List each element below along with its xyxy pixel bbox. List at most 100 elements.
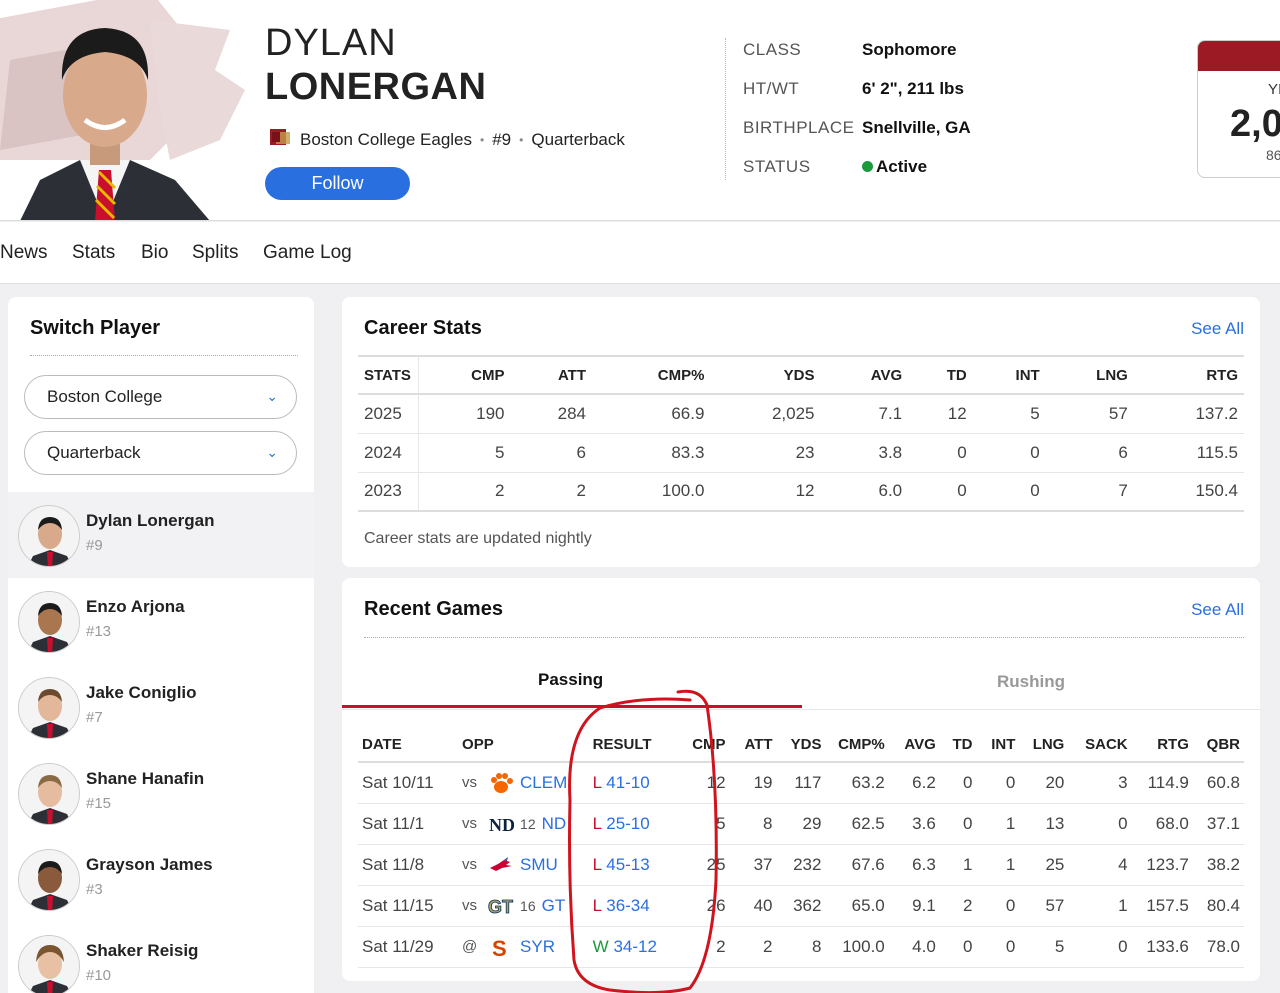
game-opponent[interactable]: vs CLEM [458, 762, 589, 804]
table-cell: 60.8 [1192, 762, 1244, 804]
player-list-item[interactable]: Grayson James #3 [8, 836, 314, 922]
recent-games-table: DATE OPP RESULT CMP ATT YDS CMP% AVG TD … [358, 728, 1244, 968]
table-cell: 0 [908, 472, 973, 512]
player-name: Jake Coniglio [86, 683, 197, 702]
table-cell: 1 [976, 803, 1020, 845]
career-stats-panel: Career Stats See All STATS CMP ATT CMP% … [342, 297, 1260, 567]
player-list-item[interactable]: Shane Hanafin #15 [8, 750, 314, 836]
table-cell: 4 [1068, 844, 1132, 886]
nav-bio[interactable]: Bio [141, 242, 168, 264]
career-see-all-link[interactable]: See All [1191, 319, 1244, 339]
tab-passing[interactable]: Passing [538, 670, 603, 690]
table-cell: 0 [972, 433, 1046, 473]
table-cell: 0 [976, 762, 1020, 804]
table-cell: 232 [776, 844, 826, 886]
table-row[interactable]: Sat 11/29 @ S SYR W 34-12 2 2 8 100.0 4.0 0 0 5 0 1… [358, 926, 1244, 968]
table-cell: 63.2 [825, 762, 889, 804]
game-opponent[interactable]: vs SMU [458, 844, 589, 886]
table-cell: 0 [939, 803, 977, 845]
column-header: CMP% [825, 728, 889, 763]
table-row[interactable]: Sat 10/11 vs CLEM L 41-10 12 19 117 63.2 6.2 0… [358, 762, 1244, 804]
table-cell: 4.0 [888, 926, 940, 968]
table-row[interactable]: Sat 11/15 vs GT 16 GT L 36-34 26 40 362 65.0 9.… [358, 885, 1244, 927]
column-header: INT [972, 355, 1046, 395]
player-header: DYLAN LONERGAN Boston College Eagles • #… [0, 0, 1280, 221]
game-opponent[interactable]: vs ND 12 ND [458, 803, 589, 845]
position-select[interactable]: Quarterback ⌄ [24, 431, 297, 475]
table-cell: 67.6 [825, 844, 889, 886]
player-number: #13 [86, 623, 112, 640]
nav-splits[interactable]: Splits [192, 242, 238, 264]
home-away: vs [462, 774, 478, 792]
column-header: DATE [358, 728, 459, 763]
stat-card-label: YI [1268, 81, 1280, 98]
player-list-item[interactable]: Dylan Lonergan #9 [8, 492, 314, 578]
table-cell: 83.3 [592, 433, 711, 473]
home-away: vs [462, 897, 478, 914]
table-cell: 5 [1019, 926, 1069, 968]
column-header: CMP [676, 728, 730, 763]
game-result[interactable]: L 36-34 [588, 885, 677, 927]
game-result[interactable]: L 41-10 [588, 762, 677, 804]
table-cell: 78.0 [1192, 926, 1244, 968]
follow-button[interactable]: Follow [265, 167, 410, 200]
table-cell: 1 [939, 844, 977, 886]
table-cell: 66.9 [592, 394, 711, 434]
table-row[interactable]: Sat 11/8 vs SMU L 45-13 25 37 232 67.6 6.3 1 1 2… [358, 844, 1244, 886]
table-cell: 57 [1045, 394, 1134, 434]
table-cell: 117 [776, 762, 826, 804]
game-opponent[interactable]: vs GT 16 GT [458, 885, 589, 927]
tab-rushing[interactable]: Rushing [997, 672, 1065, 692]
table-cell: 6.0 [820, 472, 909, 512]
player-number: #9 [86, 537, 103, 554]
nav-game-log[interactable]: Game Log [263, 242, 352, 264]
game-result[interactable]: L 45-13 [588, 844, 677, 886]
column-header: SACK [1068, 728, 1132, 763]
svg-text:S: S [492, 936, 507, 958]
game-result[interactable]: W 34-12 [588, 926, 677, 968]
table-cell: 20 [1019, 762, 1069, 804]
column-header: RTG [1131, 728, 1193, 763]
table-cell: 1 [1068, 885, 1132, 927]
separator-dot: • [519, 132, 524, 147]
table-cell: 57 [1019, 885, 1069, 927]
game-result[interactable]: L 25-10 [588, 803, 677, 845]
table-header-row: STATS CMP ATT CMP% YDS AVG TD INT LNG RT… [358, 355, 1244, 395]
game-opponent[interactable]: @ S SYR [458, 926, 589, 968]
syracuse-logo-icon: S [488, 936, 514, 961]
table-cell: 6.2 [888, 762, 940, 804]
player-list-item[interactable]: Enzo Arjona #13 [8, 578, 314, 664]
team-name-link[interactable]: Boston College Eagles [300, 130, 472, 150]
season-stat-card: YI 2,0 86 [1197, 40, 1280, 178]
result-score: 45-13 [606, 854, 650, 874]
team-select[interactable]: Boston College ⌄ [24, 375, 297, 419]
svg-text:GT: GT [488, 897, 513, 917]
avatar [18, 505, 80, 567]
game-date: Sat 11/1 [358, 803, 459, 845]
opponent-abbr: SYR [520, 936, 555, 956]
result-score: 25-10 [606, 813, 650, 833]
player-nav: News Stats Bio Splits Game Log [0, 222, 1280, 284]
boston-college-logo-icon [268, 126, 292, 153]
player-list-item[interactable]: Shaker Reisig #10 [8, 922, 314, 993]
avatar [18, 849, 80, 911]
table-cell: 0 [1068, 926, 1132, 968]
avatar [18, 935, 80, 993]
table-header-row: DATE OPP RESULT CMP ATT YDS CMP% AVG TD … [358, 728, 1244, 763]
table-cell: 0 [1068, 803, 1132, 845]
player-list-item[interactable]: Jake Coniglio #7 [8, 664, 314, 750]
recent-see-all-link[interactable]: See All [1191, 600, 1244, 620]
svg-text:ND: ND [489, 815, 514, 835]
recent-games-title: Recent Games [364, 598, 503, 620]
player-photo [0, 0, 230, 220]
table-cell: 26 [676, 885, 730, 927]
table-cell: 6 [1045, 433, 1134, 473]
nav-stats[interactable]: Stats [72, 242, 115, 264]
table-row[interactable]: Sat 11/1 vs ND 12 ND L 25-10 5 8 29 62.5 3.6 0 1 1… [358, 803, 1244, 845]
result-score: 34-12 [613, 936, 657, 956]
table-cell: 7 [1045, 472, 1134, 512]
table-row: 2024 5 6 83.3 23 3.8 0 0 6 115.5 [358, 433, 1244, 473]
nav-news[interactable]: News [0, 242, 48, 264]
player-first-name: DYLAN [265, 22, 397, 64]
table-cell: 7.1 [820, 394, 909, 434]
